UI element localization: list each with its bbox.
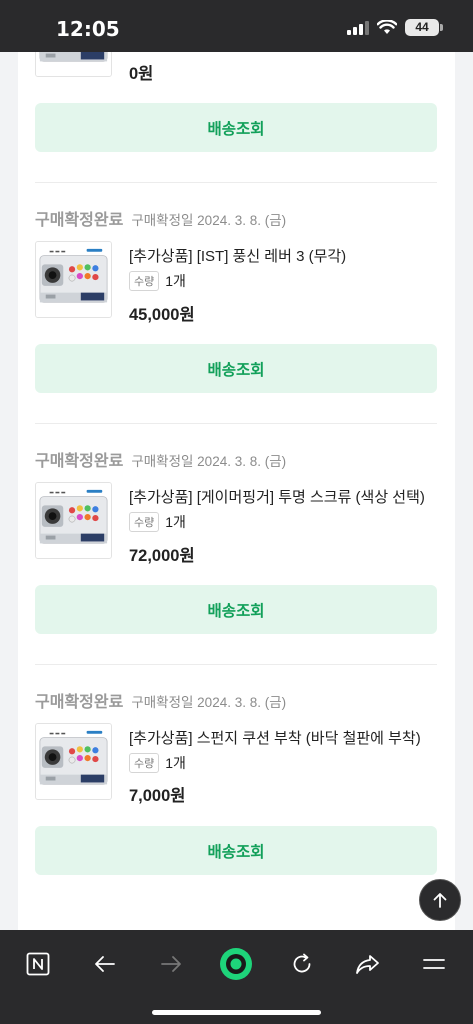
forward-arrow-icon xyxy=(161,956,181,972)
item-price: 72,000원 xyxy=(129,547,195,565)
quantity-row: 수량 1개 xyxy=(129,512,186,532)
quantity-row: 수량 1개 xyxy=(129,753,186,773)
product-thumbnail[interactable] xyxy=(35,52,112,77)
naver-home-button[interactable] xyxy=(16,942,60,986)
menu-button[interactable] xyxy=(412,942,456,986)
order-status: 구매확정완료 xyxy=(35,453,124,470)
quantity-badge: 수량 xyxy=(129,512,160,532)
product-thumbnail[interactable] xyxy=(35,241,112,318)
back-arrow-icon xyxy=(95,956,115,972)
quantity-badge: 수량 xyxy=(129,753,160,773)
product-thumbnail[interactable] xyxy=(35,482,112,559)
refresh-icon xyxy=(293,953,311,973)
quantity-badge: 수량 xyxy=(129,271,160,291)
order-status-line: 구매확정완료 구매확정일 2024. 3. 8. (금) xyxy=(35,447,287,470)
divider xyxy=(35,182,437,183)
share-icon xyxy=(356,955,379,974)
forward-button[interactable] xyxy=(149,942,193,986)
confirm-date: 구매확정일 2024. 3. 8. (금) xyxy=(131,454,287,469)
status-bar: 12:05 44 xyxy=(0,0,473,52)
order-list-scroll[interactable]: 0원 배송조회 구매확정완료 구매확정일 2024. 3. 8. (금) [추가… xyxy=(0,52,473,930)
share-button[interactable] xyxy=(346,942,390,986)
track-shipping-button[interactable]: 배송조회 xyxy=(35,103,437,152)
product-thumbnail[interactable] xyxy=(35,723,112,800)
item-price: 7,000원 xyxy=(129,787,186,805)
quantity-row: 수량 1개 xyxy=(129,271,186,291)
browser-toolbar xyxy=(0,930,473,1024)
item-price: 45,000원 xyxy=(129,306,195,324)
order-status: 구매확정완료 xyxy=(35,212,124,229)
refresh-button[interactable] xyxy=(280,942,324,986)
order-status-line: 구매확정완료 구매확정일 2024. 3. 8. (금) xyxy=(35,206,287,229)
quantity-value: 1개 xyxy=(165,273,186,289)
wifi-icon xyxy=(377,20,397,34)
order-status: 구매확정완료 xyxy=(35,694,124,711)
product-name[interactable]: [추가상품] [IST] 풍신 레버 3 (무각) xyxy=(129,245,435,266)
item-price: 0원 xyxy=(129,65,154,83)
divider xyxy=(35,423,437,424)
product-name[interactable]: [추가상품] [게이머핑거] 투명 스크류 (색상 선택) xyxy=(129,486,435,507)
track-shipping-button[interactable]: 배송조회 xyxy=(35,826,437,875)
status-time: 12:05 xyxy=(56,17,120,41)
product-name[interactable]: [추가상품] 스펀지 쿠션 부착 (바닥 철판에 부착) xyxy=(129,727,435,748)
confirm-date: 구매확정일 2024. 3. 8. (금) xyxy=(131,695,287,710)
battery-icon: 44 xyxy=(405,19,443,36)
quantity-value: 1개 xyxy=(165,514,186,530)
track-shipping-button[interactable]: 배송조회 xyxy=(35,344,437,393)
menu-icon xyxy=(423,959,445,969)
confirm-date: 구매확정일 2024. 3. 8. (금) xyxy=(131,213,287,228)
naver-n-icon xyxy=(26,952,50,976)
signal-icon xyxy=(347,20,369,35)
arrow-up-icon xyxy=(433,893,447,908)
order-status-line: 구매확정완료 구매확정일 2024. 3. 8. (금) xyxy=(35,688,287,711)
scroll-to-top-button[interactable] xyxy=(419,879,461,921)
status-icons: 44 xyxy=(347,19,443,36)
back-button[interactable] xyxy=(83,942,127,986)
home-indicator xyxy=(152,1010,321,1015)
quantity-value: 1개 xyxy=(165,755,186,771)
green-dot-button[interactable] xyxy=(214,942,258,986)
divider xyxy=(35,664,437,665)
track-shipping-button[interactable]: 배송조회 xyxy=(35,585,437,634)
green-dot-icon xyxy=(220,948,252,980)
